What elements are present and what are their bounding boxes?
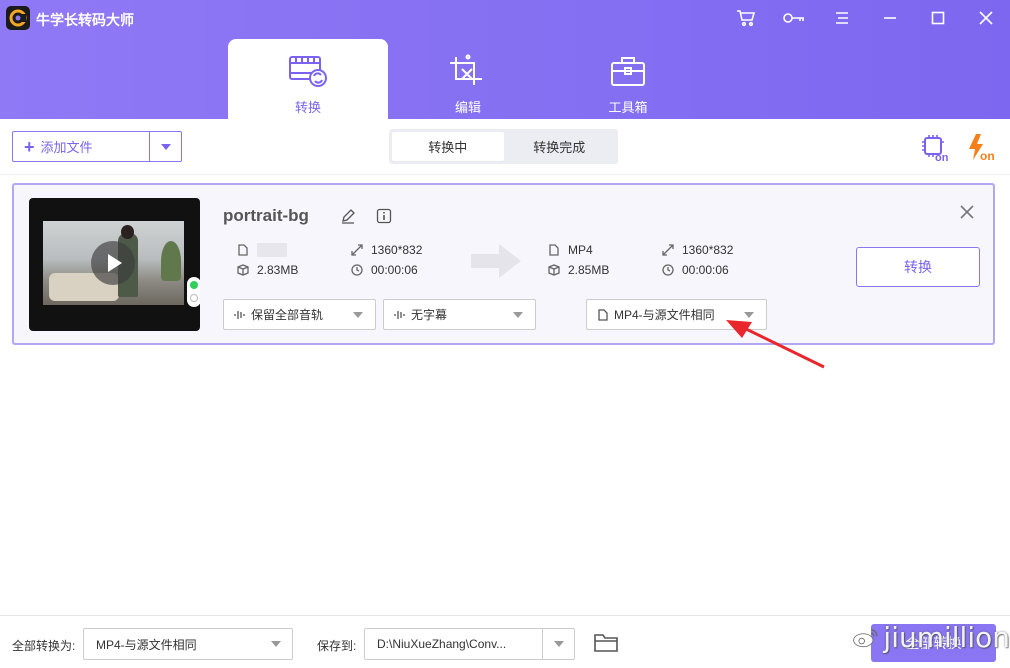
- target-resolution-value: 1360*832: [682, 243, 734, 257]
- target-duration-value: 00:00:06: [682, 263, 729, 277]
- convert-all-value: MP4-与源文件相同: [96, 637, 197, 652]
- subtitle-value: 无字幕: [411, 308, 448, 322]
- subtitle-select[interactable]: 无字幕: [383, 299, 536, 330]
- save-path-select[interactable]: D:\NiuXueZhang\Conv...: [364, 628, 575, 660]
- bottom-bar: 全部转换为: MP4-与源文件相同 保存到: D:\NiuXueZhang\Co…: [0, 615, 1010, 668]
- convert-all-select[interactable]: MP4-与源文件相同: [83, 628, 293, 660]
- convert-all-button[interactable]: 全部转换: [871, 624, 996, 662]
- tab-toolbox[interactable]: 工具箱: [548, 39, 708, 119]
- source-size: 2.83MB: [237, 263, 298, 277]
- video-thumbnail[interactable]: [29, 198, 200, 331]
- segment-converting[interactable]: 转换中: [392, 132, 504, 161]
- file-icon: [238, 244, 248, 256]
- audio-track-value: 保留全部音轨: [251, 308, 324, 322]
- info-icon[interactable]: [376, 208, 392, 224]
- gpu-on-icon[interactable]: on: [920, 132, 952, 164]
- status-segmented-control: 转换中 转换完成: [389, 129, 618, 164]
- target-resolution: 1360*832: [662, 243, 733, 257]
- convert-arrow-icon: [471, 244, 521, 278]
- tab-convert[interactable]: 转换: [228, 39, 388, 119]
- box-icon: [548, 264, 560, 276]
- chevron-down-icon: [160, 143, 171, 150]
- add-file-button[interactable]: + 添加文件: [13, 132, 149, 161]
- app-title: 牛学长转码大师: [36, 12, 134, 28]
- target-format-value: MP4: [568, 243, 593, 257]
- menu-icon[interactable]: [818, 0, 866, 36]
- box-icon: [237, 264, 249, 276]
- target-duration: 00:00:06: [662, 263, 729, 277]
- play-button[interactable]: [91, 241, 135, 285]
- edit-icon[interactable]: [340, 208, 356, 224]
- film-convert-icon: [289, 56, 327, 87]
- source-duration-value: 00:00:06: [371, 263, 418, 277]
- maximize-icon[interactable]: [914, 0, 962, 36]
- audio-wave-icon: [234, 310, 245, 319]
- audio-wave-icon: [394, 310, 405, 319]
- toolbox-icon: [611, 57, 645, 86]
- clock-icon: [351, 264, 363, 276]
- add-file-button-group: + 添加文件: [12, 131, 182, 162]
- app-logo: [6, 6, 30, 30]
- save-to-label: 保存到:: [317, 639, 357, 653]
- svg-text:on: on: [980, 149, 995, 162]
- file-icon: [549, 244, 559, 256]
- lightning-on-icon[interactable]: on: [966, 132, 998, 163]
- source-format-value: [257, 243, 287, 257]
- close-window-icon[interactable]: [962, 0, 1010, 36]
- convert-all-label: 全部转换为:: [12, 639, 76, 653]
- file-icon: [598, 308, 608, 321]
- annotation-arrow: [726, 320, 825, 369]
- play-icon: [108, 254, 122, 272]
- convert-button[interactable]: 转换: [856, 247, 980, 287]
- svg-text:on: on: [935, 152, 949, 162]
- file-name: portrait-bg: [223, 206, 309, 225]
- chevron-down-icon: [553, 641, 564, 647]
- close-icon[interactable]: [959, 204, 975, 220]
- minimize-icon[interactable]: [866, 0, 914, 36]
- crop-edit-icon: [450, 54, 482, 85]
- tab-edit[interactable]: 编辑: [388, 39, 548, 119]
- toolbar: + 添加文件 转换中 转换完成 on on: [0, 119, 1010, 175]
- chevron-down-icon: [353, 311, 363, 318]
- source-format: [237, 243, 287, 257]
- source-resolution-value: 1360*832: [371, 243, 423, 257]
- tab-label: 转换: [294, 100, 321, 115]
- resize-icon: [662, 244, 674, 256]
- add-file-label: 添加文件: [40, 140, 93, 155]
- thumbnail-toggle[interactable]: [187, 277, 200, 307]
- resize-icon: [351, 244, 363, 256]
- plus-icon: +: [24, 136, 35, 157]
- source-resolution: 1360*832: [351, 243, 422, 257]
- clock-icon: [662, 264, 674, 276]
- add-file-dropdown[interactable]: [149, 132, 181, 161]
- chevron-down-icon: [271, 641, 281, 647]
- app-header: 牛学长转码大师 转换 编辑 工具箱: [0, 0, 1010, 119]
- target-size-value: 2.85MB: [568, 263, 610, 277]
- conversion-job-card: portrait-bg 2.83MB 1360*832 00:00:06 MP4…: [12, 183, 995, 345]
- chevron-down-icon: [513, 311, 523, 318]
- tab-label: 工具箱: [608, 100, 648, 115]
- audio-track-select[interactable]: 保留全部音轨: [223, 299, 376, 330]
- source-size-value: 2.83MB: [257, 263, 299, 277]
- cart-icon[interactable]: [722, 0, 770, 36]
- save-path-value: D:\NiuXueZhang\Conv...: [377, 637, 507, 651]
- folder-icon[interactable]: [593, 633, 619, 653]
- segment-completed[interactable]: 转换完成: [504, 132, 616, 161]
- tab-label: 编辑: [454, 100, 481, 115]
- source-duration: 00:00:06: [351, 263, 418, 277]
- target-size: 2.85MB: [548, 263, 609, 277]
- target-format: MP4: [548, 243, 593, 257]
- key-icon[interactable]: [770, 0, 818, 36]
